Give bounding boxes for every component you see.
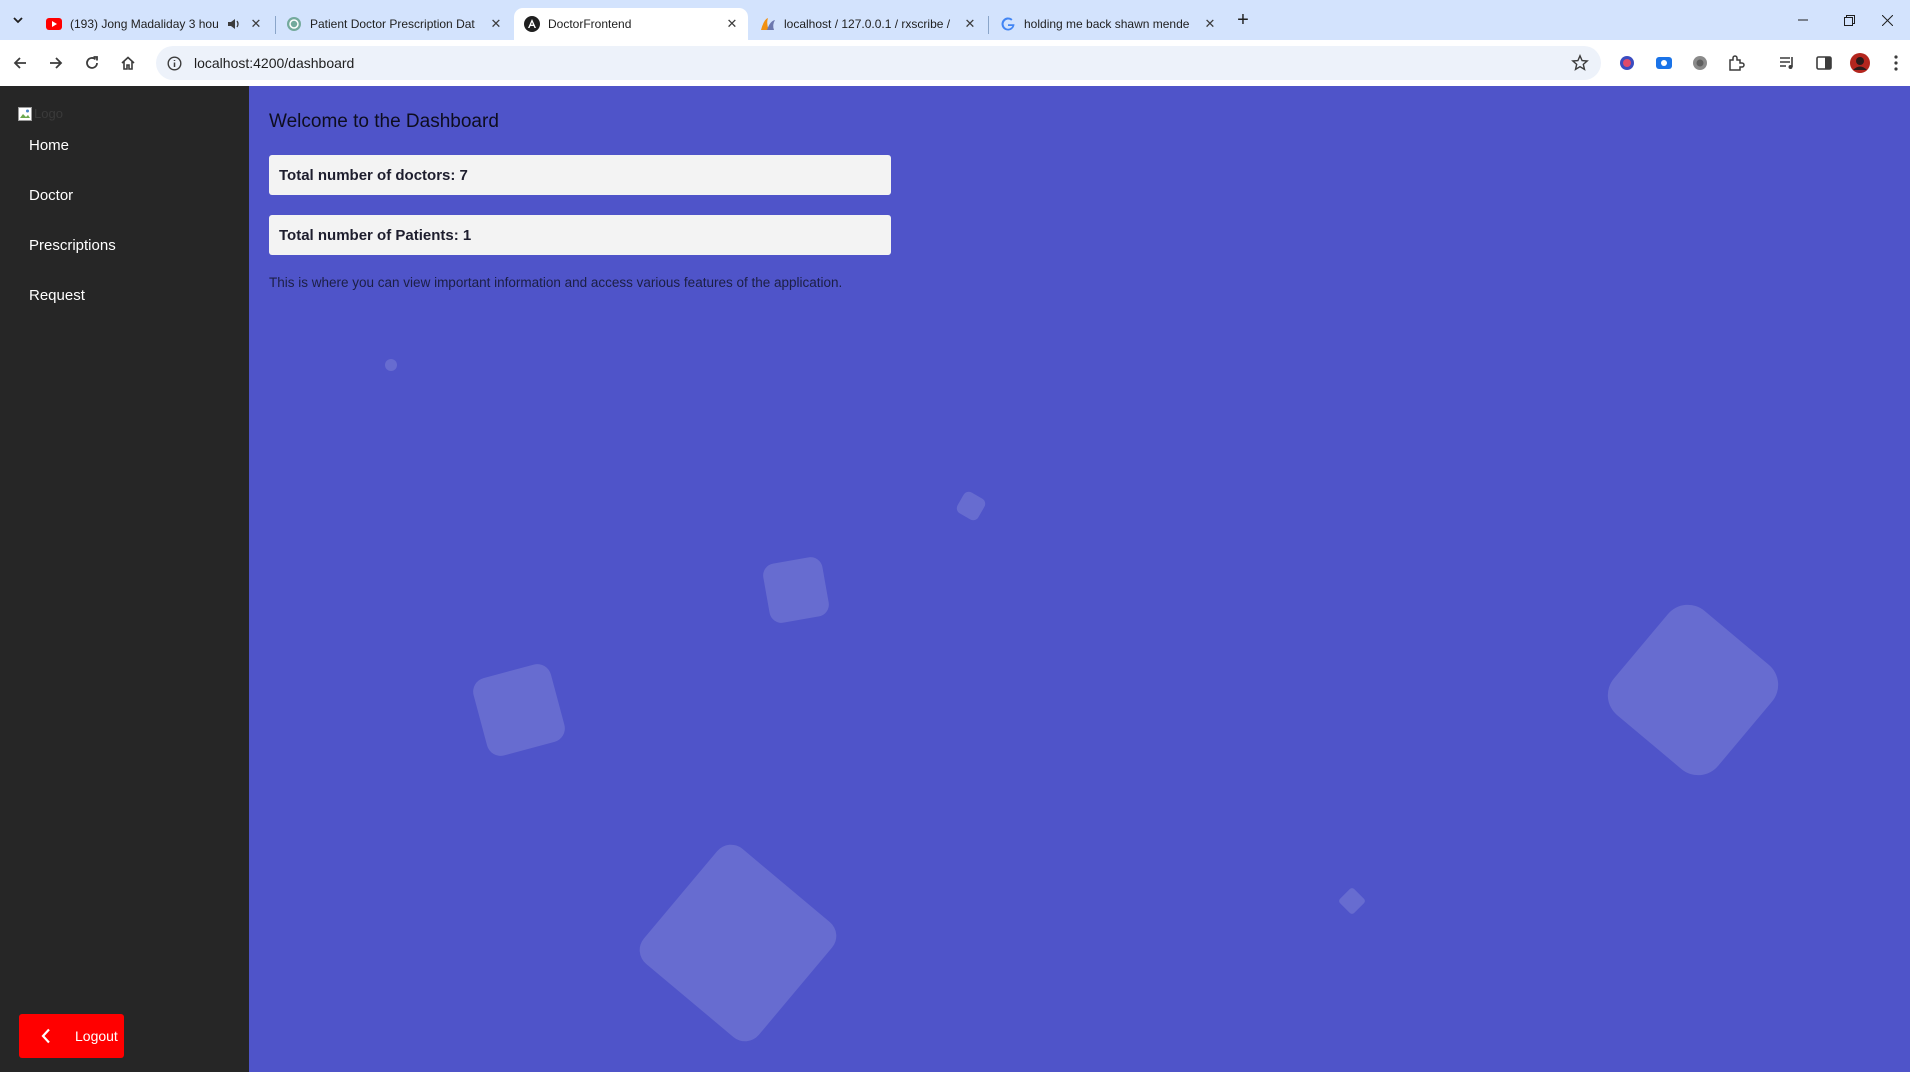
- chevron-left-icon: [41, 1028, 55, 1044]
- address-bar[interactable]: localhost:4200/dashboard: [156, 46, 1601, 80]
- broken-image-icon: [18, 106, 32, 121]
- youtube-icon: [46, 16, 62, 32]
- tab-title: (193) Jong Madaliday 3 hou: [70, 17, 219, 31]
- bookmark-star-icon[interactable]: [1571, 54, 1589, 72]
- extension-screen-capture-icon[interactable]: [1654, 53, 1674, 73]
- sidebar: Logo Home Doctor Prescriptions Request L…: [0, 86, 249, 1072]
- extension-gray-circle-icon[interactable]: [1690, 53, 1710, 73]
- profile-avatar[interactable]: [1850, 53, 1870, 73]
- browser-menu-kebab-icon[interactable]: [1886, 53, 1906, 73]
- stat-card-patients: Total number of Patients: 1: [269, 215, 891, 255]
- url-text: localhost:4200/dashboard: [194, 55, 355, 71]
- logout-label: Logout: [75, 1028, 118, 1044]
- decorative-shape: [1597, 594, 1789, 786]
- tab-search-chevron-icon[interactable]: [6, 8, 30, 32]
- logo: Logo: [18, 106, 63, 121]
- tab-close-icon[interactable]: ✕: [962, 16, 978, 32]
- tab-close-icon[interactable]: ✕: [248, 16, 264, 32]
- browser-toolbar: localhost:4200/dashboard: [0, 40, 1910, 86]
- back-arrow-icon[interactable]: [6, 49, 34, 77]
- tab-separator: [988, 16, 989, 34]
- page-title: Welcome to the Dashboard: [269, 111, 499, 132]
- decorative-shape: [954, 489, 988, 523]
- google-icon: [1000, 16, 1016, 32]
- media-controls-icon[interactable]: [1777, 53, 1797, 73]
- sidebar-item-request[interactable]: Request: [29, 287, 85, 304]
- browser-tab-phpmyadmin[interactable]: localhost / 127.0.0.1 / rxscribe / ✕: [750, 8, 986, 40]
- browser-tab-doctorfrontend[interactable]: DoctorFrontend ✕: [514, 8, 748, 40]
- tab-title: Patient Doctor Prescription Dat: [310, 17, 475, 31]
- angular-icon: [524, 16, 540, 32]
- extension-colorful-icon[interactable]: [1617, 53, 1637, 73]
- new-tab-plus-icon[interactable]: +: [1232, 9, 1254, 31]
- tab-title: holding me back shawn mende: [1024, 17, 1190, 31]
- sidebar-item-doctor[interactable]: Doctor: [29, 187, 73, 204]
- tab-title: localhost / 127.0.0.1 / rxscribe /: [784, 17, 951, 31]
- tab-close-icon[interactable]: ✕: [1202, 16, 1218, 32]
- tab-title: DoctorFrontend: [548, 17, 632, 31]
- extensions-puzzle-icon[interactable]: [1726, 53, 1746, 73]
- tab-close-icon[interactable]: ✕: [488, 16, 504, 32]
- browser-tab-chatgpt[interactable]: Patient Doctor Prescription Dat ✕: [276, 8, 512, 40]
- decorative-shape: [470, 661, 568, 759]
- browser-tab-strip: (193) Jong Madaliday 3 hou ✕ Patient Doc…: [0, 0, 1910, 40]
- logout-button[interactable]: Logout: [19, 1014, 124, 1058]
- forward-arrow-icon[interactable]: [42, 49, 70, 77]
- browser-tab-youtube[interactable]: (193) Jong Madaliday 3 hou ✕: [36, 8, 272, 40]
- reload-icon[interactable]: [78, 49, 106, 77]
- dashboard-main: Welcome to the Dashboard Total number of…: [249, 86, 1910, 1072]
- phpmyadmin-icon: [760, 16, 776, 32]
- browser-tab-google[interactable]: holding me back shawn mende ✕: [990, 8, 1226, 40]
- chatgpt-icon: [286, 16, 302, 32]
- stat-card-doctors: Total number of doctors: 7: [269, 155, 891, 195]
- dashboard-description: This is where you can view important inf…: [269, 275, 843, 290]
- decorative-shape: [385, 359, 397, 371]
- logo-alt-text: Logo: [34, 106, 63, 121]
- decorative-shape: [761, 555, 831, 625]
- speaker-icon[interactable]: [226, 16, 242, 32]
- close-window-icon[interactable]: [1864, 0, 1910, 40]
- decorative-shape: [632, 837, 844, 1049]
- minimize-window-icon[interactable]: [1780, 0, 1826, 40]
- tab-close-icon[interactable]: ✕: [724, 16, 740, 32]
- sidebar-item-prescriptions[interactable]: Prescriptions: [29, 237, 116, 254]
- side-panel-icon[interactable]: [1814, 53, 1834, 73]
- web-page: Logo Home Doctor Prescriptions Request L…: [0, 86, 1910, 1072]
- site-info-icon[interactable]: [166, 55, 182, 71]
- decorative-shape: [1337, 886, 1367, 916]
- sidebar-item-home[interactable]: Home: [29, 137, 69, 154]
- home-icon[interactable]: [114, 49, 142, 77]
